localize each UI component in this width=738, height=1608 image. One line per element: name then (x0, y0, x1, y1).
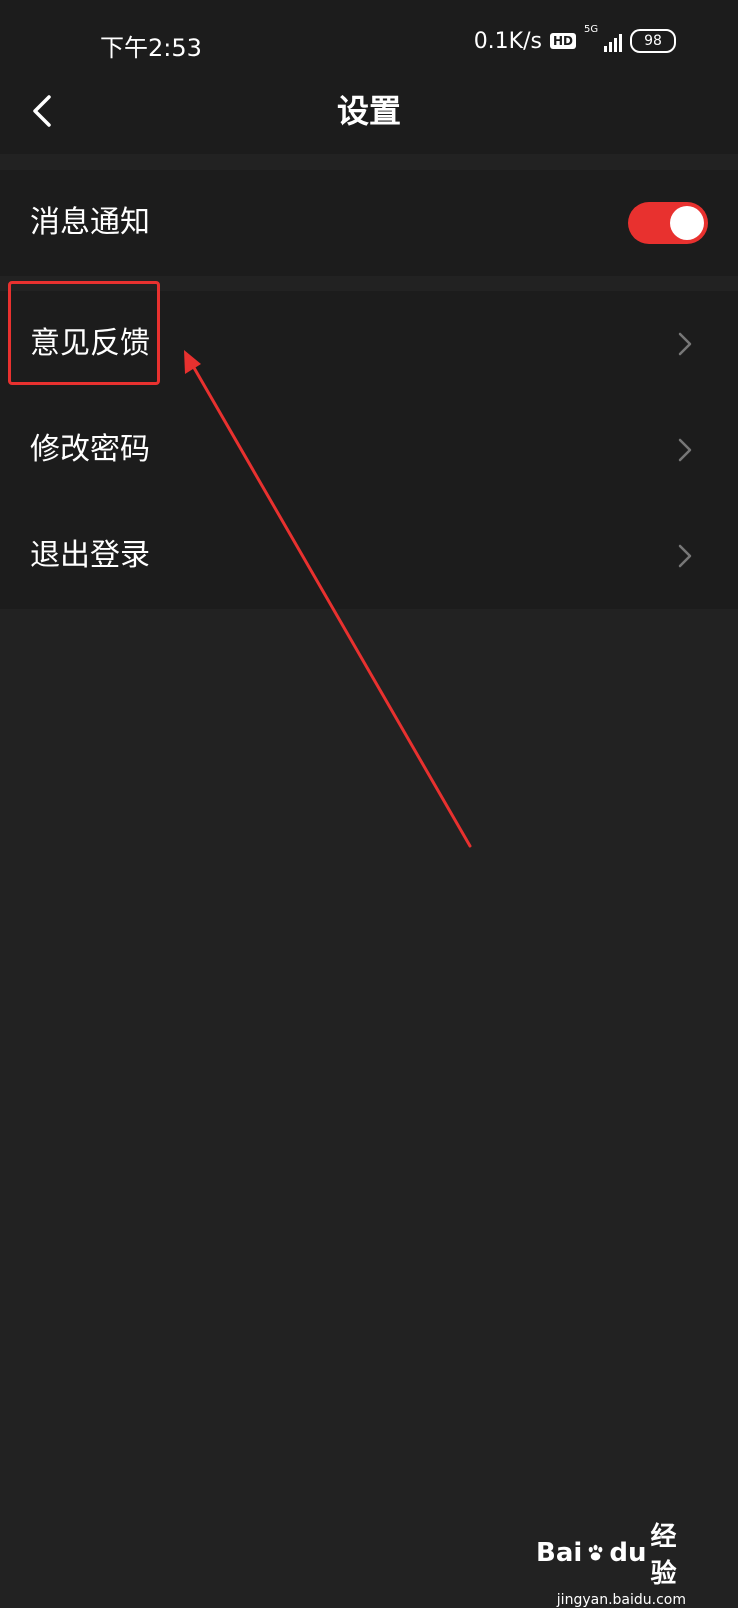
notification-group: 消息通知 (0, 170, 738, 276)
signal-bars (604, 34, 622, 52)
chevron-right-icon (678, 438, 692, 462)
watermark-logo: Bai du 经验 (536, 1516, 686, 1590)
network-speed: 0.1K/s (473, 28, 542, 54)
logout-label: 退出登录 (30, 538, 150, 573)
hd-badge: HD (549, 33, 576, 49)
status-time: 下午2:53 (100, 34, 202, 62)
notification-row: 消息通知 (0, 170, 738, 276)
battery-icon: 98 (630, 29, 676, 53)
toggle-knob (670, 206, 704, 240)
network-type: 5G (584, 24, 599, 35)
status-bar: 下午2:53 0.1K/s HD 5G 98 (0, 0, 738, 88)
watermark-brand-suffix: du (609, 1538, 647, 1568)
notification-toggle[interactable] (628, 202, 708, 244)
paw-icon (589, 1544, 603, 1561)
chevron-right-icon (678, 544, 692, 568)
signal-icon: 5G (584, 24, 622, 54)
page-title: 设置 (336, 92, 401, 130)
chevron-right-icon (678, 332, 692, 356)
watermark-jingyan: 经验 (650, 1522, 677, 1589)
change-password-row[interactable]: 修改密码 (0, 397, 738, 503)
status-indicators: 0.1K/s HD 5G 98 (473, 24, 676, 54)
watermark-brand: Bai (536, 1538, 583, 1568)
watermark-url: jingyan.baidu.com (556, 1592, 686, 1608)
baidu-jingyan-watermark: Bai du 经验 jingyan.baidu.com (536, 1516, 686, 1608)
annotation-highlight-box (8, 281, 160, 385)
change-password-label: 修改密码 (30, 432, 150, 467)
battery-level: 98 (644, 33, 662, 49)
header: 设置 (0, 88, 738, 154)
logout-row[interactable]: 退出登录 (0, 503, 738, 609)
notification-label: 消息通知 (30, 205, 150, 240)
